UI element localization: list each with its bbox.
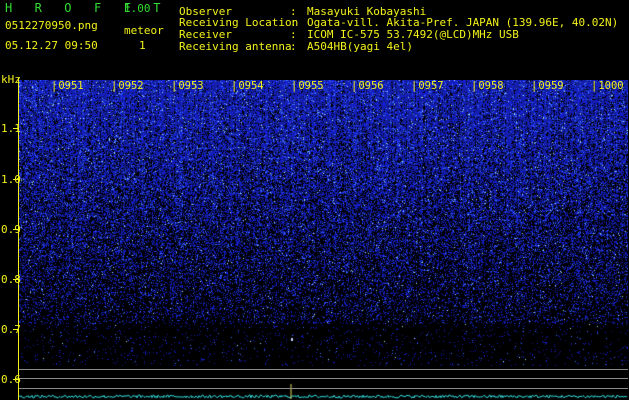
antenna-label: Receiving antenna (179, 40, 292, 53)
hrofft-window: { "app": {"name": "H R O F F T", "versio… (0, 0, 629, 400)
y-tick-mark (13, 379, 19, 380)
time-label: 0958 (471, 81, 503, 92)
time-label: 0959 (531, 81, 563, 92)
app-version: 1.00 (124, 2, 151, 15)
spectrogram-panel: kHz 1.1 1.0 0.9 0.8 0.7 0.6 0951 0952 09… (0, 70, 629, 400)
reference-line-upper (19, 369, 628, 370)
time-label: 0952 (111, 81, 143, 92)
time-label: 0954 (231, 81, 263, 92)
reference-line-middle (19, 378, 628, 379)
antenna-colon: : (290, 40, 297, 53)
time-label: 0956 (351, 81, 383, 92)
image-filename: 0512270950.png (5, 19, 98, 32)
antenna-value: A504HB(yagi 4el) (307, 40, 413, 53)
time-label: 0953 (171, 81, 203, 92)
meteor-label: meteor (124, 24, 164, 37)
time-label: 1000 (591, 81, 623, 92)
reference-line-lower (19, 388, 628, 389)
time-label: 0955 (291, 81, 323, 92)
meteor-count: 1 (139, 39, 146, 52)
time-label: 0957 (411, 81, 443, 92)
y-tick-mark (13, 229, 19, 230)
y-tick-mark (13, 279, 19, 280)
y-tick-mark (13, 128, 19, 129)
y-axis-unit: kHz (1, 73, 21, 86)
time-label: 0951 (51, 81, 83, 92)
signal-level-trace (19, 382, 628, 400)
capture-datetime: 05.12.27 09:50 (5, 39, 98, 52)
y-tick-mark (13, 179, 19, 180)
y-tick-mark (13, 329, 19, 330)
waterfall-spectrogram (19, 80, 628, 366)
